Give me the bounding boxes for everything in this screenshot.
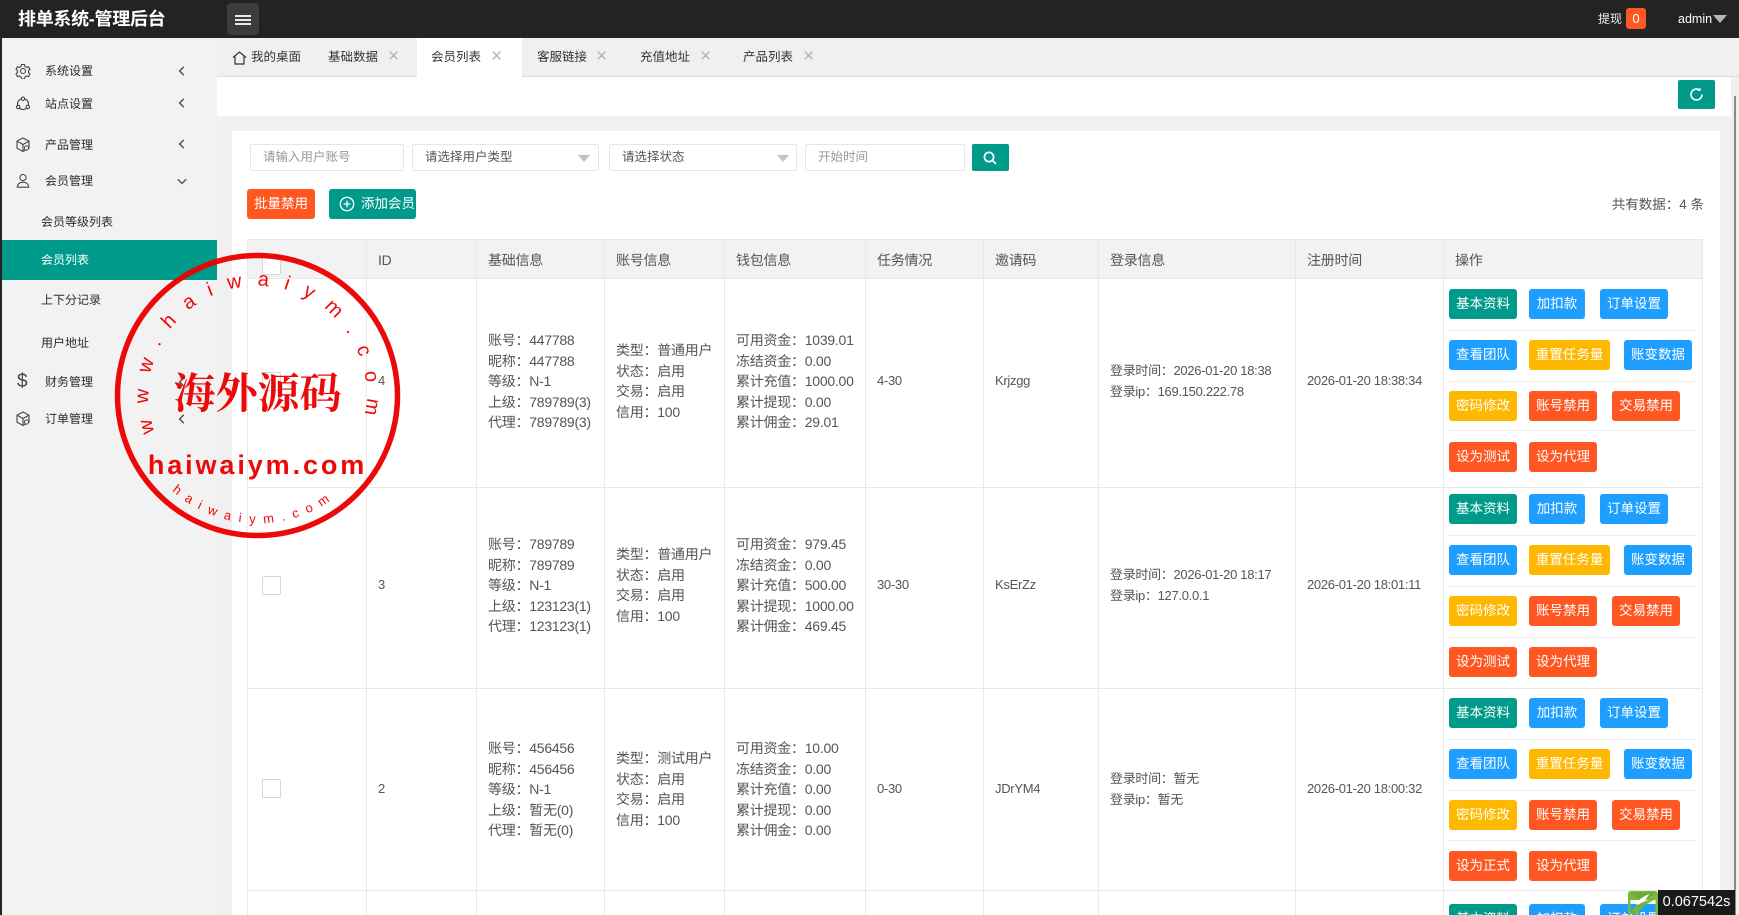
svg-text:haiwaiym.com: haiwaiym.com [148,450,367,480]
svg-text:海外源码: 海外源码 [173,361,341,421]
